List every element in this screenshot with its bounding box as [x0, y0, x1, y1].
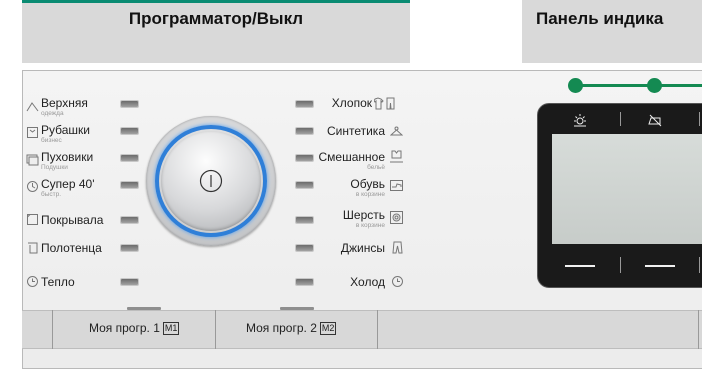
programmer-title: Программатор/Выкл — [128, 9, 304, 28]
synthetics-icon — [390, 126, 403, 136]
button-notch — [127, 307, 161, 310]
lcd-screen — [552, 134, 702, 244]
mixed-laundry-icon — [390, 150, 403, 163]
bar-separator — [698, 310, 699, 349]
program-led — [296, 101, 313, 107]
program-led — [296, 217, 313, 223]
program-label: Супер 40' — [41, 177, 95, 191]
program-label: Покрывала — [41, 213, 104, 227]
program-item-shirts[interactable]: Рубашки бизнес — [41, 123, 90, 145]
display-bottom-button[interactable] — [645, 265, 675, 267]
program-sublabel: одежда — [41, 110, 64, 117]
program-label: Верхняя — [41, 96, 88, 110]
program-item-towels[interactable]: Полотенца — [41, 241, 102, 255]
program-led — [296, 155, 313, 161]
program-item-synthetics[interactable]: Синтетика — [327, 124, 385, 138]
program-sublabel: Подушки — [41, 164, 68, 171]
program-item-bedspreads[interactable]: Покрывала — [41, 213, 103, 227]
wool-basket-icon — [390, 211, 403, 224]
program-led — [121, 217, 138, 223]
power-icon[interactable] — [199, 169, 223, 193]
program-led — [121, 101, 138, 107]
program-led — [296, 279, 313, 285]
bar-separator — [52, 310, 53, 349]
program-led — [121, 128, 138, 134]
program-led — [296, 182, 313, 188]
button-notch — [280, 307, 314, 310]
display-panel-title: Панель индика — [536, 9, 664, 28]
program-sublabel: бельё — [367, 164, 385, 171]
display-panel-header: Панель индика — [522, 0, 702, 63]
shirt-icon — [27, 127, 38, 138]
program-led — [296, 245, 313, 251]
my-program-2-button[interactable]: Моя прогр. 2 M2 — [246, 321, 337, 335]
program-led — [121, 245, 138, 251]
program-sublabel: в корзине — [355, 222, 385, 229]
program-label: Синтетика — [326, 124, 385, 138]
towel-icon — [28, 242, 38, 254]
my-program-1-label: Моя прогр. 1 — [89, 321, 160, 335]
pillow-icon — [26, 154, 39, 166]
my-program-2-label: Моя прогр. 2 — [246, 321, 317, 335]
display-connector-dot — [647, 78, 662, 93]
program-label: Полотенца — [41, 241, 102, 255]
program-sublabel: в корзине — [355, 191, 385, 198]
display-connector-dot — [568, 78, 583, 93]
display-separator — [699, 112, 700, 126]
program-item-mixed[interactable]: Смешанное бельё — [318, 150, 386, 172]
blanket-icon — [27, 214, 38, 225]
m2-key-icon: M2 — [319, 322, 337, 335]
outerwear-icon — [26, 102, 39, 112]
program-label: Обувь — [350, 177, 385, 191]
shoes-basket-icon — [390, 180, 403, 191]
program-item-shoes[interactable]: Обувь в корзине — [350, 177, 385, 199]
clock-icon — [392, 276, 403, 287]
program-label: Тепло — [41, 275, 75, 289]
program-label: Хлопок — [331, 96, 372, 110]
display-bottom-button[interactable] — [565, 265, 595, 267]
display-separator — [620, 257, 621, 273]
program-sublabel: бизнес — [41, 137, 62, 144]
display-separator — [699, 257, 700, 273]
program-item-cold[interactable]: Холод — [350, 275, 385, 289]
program-label: Джинсы — [340, 241, 385, 255]
quick-wash-icon — [27, 181, 38, 192]
dryer-control-panel: Программатор/Выкл Панель индика Верхняя … — [0, 0, 702, 369]
program-label: Смешанное — [318, 150, 386, 164]
program-item-wool[interactable]: Шерсть в корзине — [342, 208, 385, 230]
program-led — [121, 279, 138, 285]
program-item-jeans[interactable]: Джинсы — [341, 241, 385, 255]
program-led — [121, 155, 138, 161]
m1-key-icon: M1 — [162, 322, 180, 335]
brightness-icon[interactable] — [572, 112, 588, 128]
no-iron-icon[interactable] — [647, 112, 663, 128]
program-label: Шерсть — [342, 208, 385, 222]
program-item-super40[interactable]: Супер 40' быстр. — [41, 177, 95, 199]
my-program-1-button[interactable]: Моя прогр. 1 M1 — [89, 321, 180, 335]
program-label: Рубашки — [41, 123, 90, 137]
header-accent-line — [22, 0, 410, 3]
clock-icon — [27, 276, 38, 287]
cotton-shirt-icon — [374, 97, 395, 110]
jeans-icon — [392, 241, 403, 254]
display-separator — [620, 112, 621, 126]
programmer-header: Программатор/Выкл — [22, 0, 410, 63]
program-item-warm[interactable]: Тепло — [41, 275, 75, 289]
program-item-outerwear[interactable]: Верхняя одежда — [41, 96, 88, 118]
program-label: Пуховики — [41, 150, 94, 164]
bar-separator — [215, 310, 216, 349]
program-item-down[interactable]: Пуховики Подушки — [41, 150, 94, 172]
program-item-cotton[interactable]: Хлопок — [332, 96, 372, 110]
program-led — [121, 182, 138, 188]
program-sublabel: быстр. — [41, 191, 62, 198]
program-label: Холод — [350, 275, 385, 289]
program-led — [296, 128, 313, 134]
display-connector-line — [575, 84, 702, 87]
bar-separator — [377, 310, 378, 349]
